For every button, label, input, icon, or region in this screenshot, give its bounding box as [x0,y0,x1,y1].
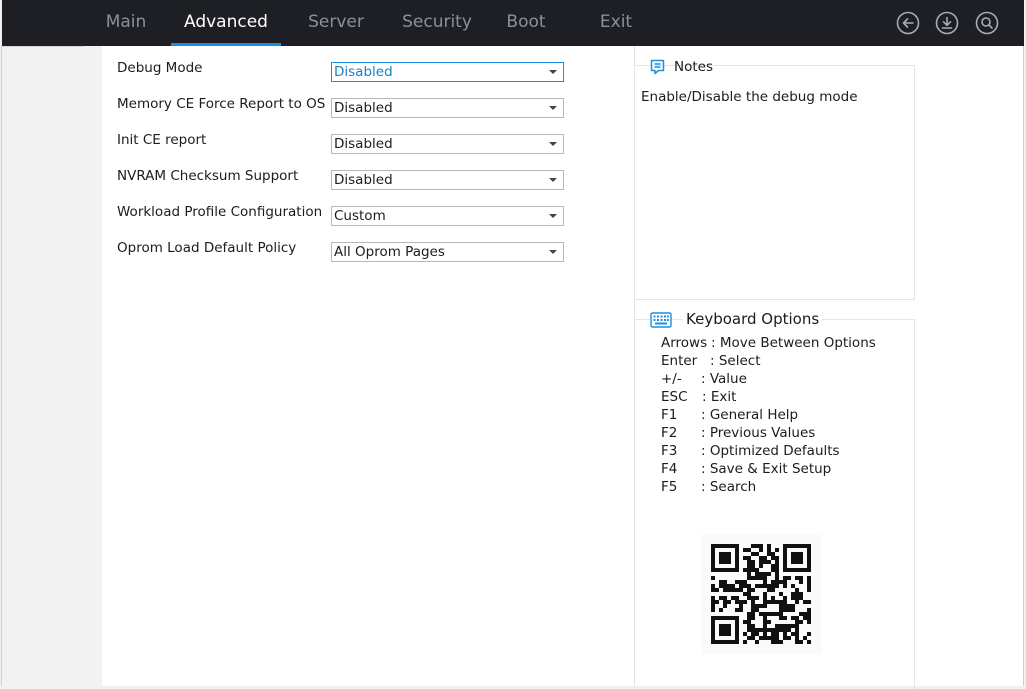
qr-code-image [711,544,811,644]
tab-exit-label: Exit [599,12,633,32]
key-description: : Exit [702,389,737,405]
tab-boot-label: Boot [506,12,546,32]
init-ce-report-select[interactable]: Disabled [331,134,564,154]
chevron-down-icon [549,250,557,254]
tab-advanced-label: Advanced [184,12,268,32]
qr-code [701,534,821,654]
key-description: : General Help [701,407,799,423]
tab-exit[interactable]: Exit [594,0,638,46]
key-name: Arrows [661,335,708,351]
oprom-load-policy-select[interactable]: All Oprom Pages [331,242,564,262]
keyboard-option: ESC : Exit [661,389,736,405]
key-description: : Optimized Defaults [701,443,840,459]
chevron-down-icon [549,142,557,146]
download-icon[interactable] [935,11,959,35]
setting-label: Workload Profile Configuration [117,204,323,220]
select-value: Disabled [334,64,393,80]
debug-mode-select[interactable]: Disabled [331,62,564,82]
tab-main-label: Main [105,12,147,32]
select-value: All Oprom Pages [334,244,445,260]
key-description: : Previous Values [701,425,816,441]
key-name: F1 [661,407,678,423]
setting-label: Oprom Load Default Policy [117,240,297,256]
keyboard-option: F1 : General Help [661,407,798,423]
keyboard-option: F2 : Previous Values [661,425,815,441]
key-name: Enter [661,353,698,369]
select-value: Disabled [334,136,393,152]
tab-security[interactable]: Security [398,0,476,46]
key-description: : Value [701,371,747,387]
nvram-checksum-select[interactable]: Disabled [331,170,564,190]
keyboard-option: F3 : Optimized Defaults [661,443,840,459]
notes-title: Notes [674,59,713,75]
key-name: ESC [661,389,688,405]
setting-label: Memory CE Force Report to OS [117,96,326,112]
back-icon[interactable] [896,11,920,35]
gutter-separator [2,46,84,47]
settings-panel: Debug Mode Disabled Memory CE Force Repo… [102,46,634,686]
keyboard-option: +/- : Value [661,371,747,387]
frame-right-edge [1023,46,1024,686]
help-pane: Notes Enable/Disable the debug mode Keyb… [634,46,1023,689]
top-menu-bar: Main Advanced Server Security Boot Exit [2,0,1024,46]
setting-label: Init CE report [117,132,207,148]
keyboard-option: Arrows: Move Between Options [661,335,876,351]
notes-icon [650,59,665,79]
workload-profile-select[interactable]: Custom [331,206,564,226]
keyboard-option: F4 : Save & Exit Setup [661,461,831,477]
key-name: F5 [661,479,678,495]
chevron-down-icon [549,106,557,110]
key-description: : Save & Exit Setup [701,461,832,477]
keyboard-options-title: Keyboard Options [683,310,823,328]
key-description: : Select [710,353,761,369]
tab-server-label: Server [308,12,364,32]
select-value: Custom [334,208,386,224]
key-name: F4 [661,461,678,477]
tab-advanced[interactable]: Advanced [171,0,281,46]
key-name: F2 [661,425,678,441]
chevron-down-icon [549,214,557,218]
keyboard-option: F5 : Search [661,479,756,495]
memory-ce-force-report-select[interactable]: Disabled [331,98,564,118]
tab-server[interactable]: Server [302,0,370,46]
key-description: : Move Between Options [711,335,876,351]
keyboard-option: Enter : Select [661,353,761,369]
key-name: F3 [661,443,678,459]
left-gutter [2,46,102,686]
notes-text: Enable/Disable the debug mode [641,89,858,105]
key-name: +/- [661,371,682,387]
key-description: : Search [701,479,757,495]
setting-label: Debug Mode [117,60,203,76]
chevron-down-icon [549,70,557,74]
search-icon[interactable] [975,11,999,35]
setting-label: NVRAM Checksum Support [117,168,299,184]
select-value: Disabled [334,172,393,188]
keyboard-icon [650,312,672,332]
tab-boot[interactable]: Boot [502,0,550,46]
chevron-down-icon [549,178,557,182]
tab-main[interactable]: Main [98,0,154,46]
tab-security-label: Security [402,12,472,32]
select-value: Disabled [334,100,393,116]
